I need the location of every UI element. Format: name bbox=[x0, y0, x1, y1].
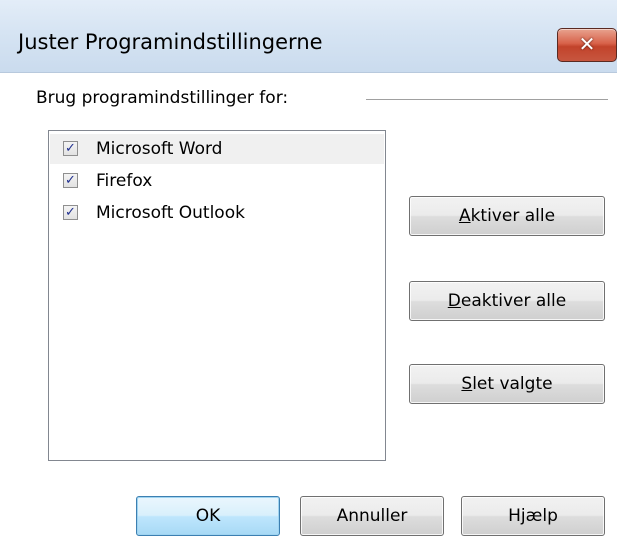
mnemonic-letter: S bbox=[461, 374, 473, 394]
button-label: let valgte bbox=[472, 374, 553, 394]
button-label: eaktiver alle bbox=[460, 291, 567, 311]
checkbox-microsoft-word[interactable]: ✓ bbox=[63, 141, 78, 156]
group-label: Brug programindstillinger for: bbox=[36, 88, 289, 108]
checkmark-icon: ✓ bbox=[65, 205, 76, 220]
list-item-firefox[interactable]: ✓ Firefox bbox=[50, 166, 384, 196]
list-item-label: Firefox bbox=[96, 171, 153, 191]
checkbox-firefox[interactable]: ✓ bbox=[63, 173, 78, 188]
close-icon: ✕ bbox=[578, 32, 596, 56]
list-item-microsoft-word[interactable]: ✓ Microsoft Word bbox=[50, 134, 384, 164]
button-label: ktiver alle bbox=[470, 206, 556, 226]
cancel-button[interactable]: Annuller bbox=[300, 496, 444, 536]
ok-button[interactable]: OK bbox=[136, 496, 280, 536]
list-item-label: Microsoft Outlook bbox=[96, 203, 245, 223]
mnemonic-letter: A bbox=[458, 206, 471, 226]
checkmark-icon: ✓ bbox=[65, 141, 76, 156]
help-button[interactable]: Hjælp bbox=[461, 496, 605, 536]
list-item-label: Microsoft Word bbox=[96, 139, 223, 159]
disable-all-button[interactable]: Deaktiver alle bbox=[409, 281, 605, 321]
list-item-microsoft-outlook[interactable]: ✓ Microsoft Outlook bbox=[50, 198, 384, 228]
group-divider bbox=[366, 99, 608, 100]
checkmark-icon: ✓ bbox=[65, 173, 76, 188]
title-bar[interactable]: Juster Programindstillingerne ✕ bbox=[0, 0, 617, 73]
close-button[interactable]: ✕ bbox=[557, 28, 617, 62]
delete-selected-button[interactable]: Slet valgte bbox=[409, 364, 605, 404]
dialog-title: Juster Programindstillingerne bbox=[18, 30, 323, 54]
dialog-window: Juster Programindstillingerne ✕ Brug pro… bbox=[0, 0, 617, 552]
checkbox-microsoft-outlook[interactable]: ✓ bbox=[63, 205, 78, 220]
mnemonic-letter: D bbox=[447, 291, 461, 311]
enable-all-button[interactable]: Aktiver alle bbox=[409, 196, 605, 236]
program-list[interactable]: ✓ Microsoft Word ✓ Firefox ✓ Microsoft O… bbox=[48, 130, 386, 461]
